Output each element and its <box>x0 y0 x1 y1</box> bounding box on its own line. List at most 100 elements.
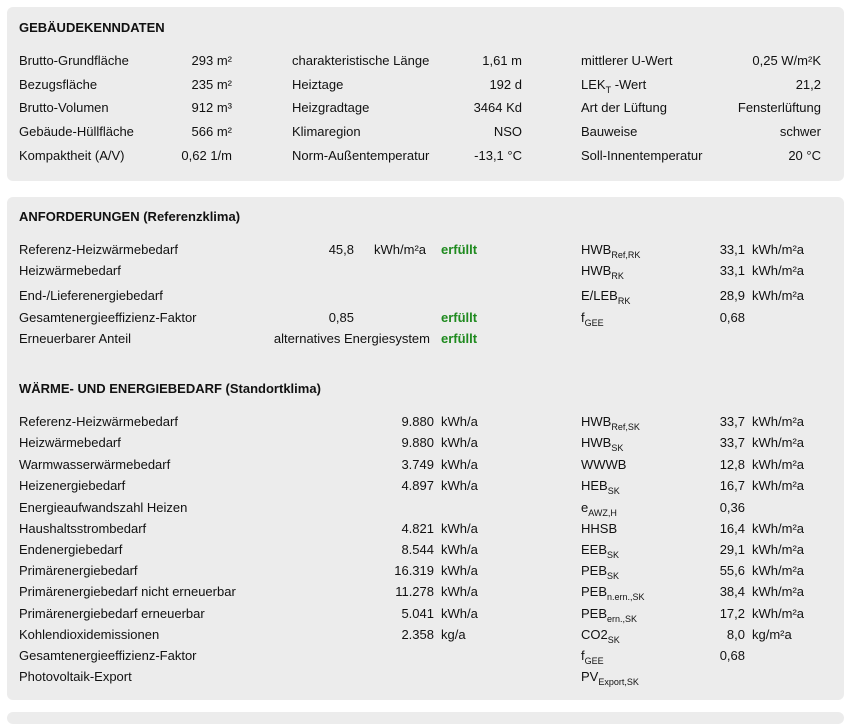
col1-value: 293 m² <box>191 53 232 68</box>
energy-key-unit: kWh/m²a <box>752 414 804 429</box>
req-value: 0,85 <box>328 310 354 325</box>
energy-symbol: HWBRef,SK <box>581 414 640 432</box>
energy-unit: kWh/a <box>441 414 478 429</box>
energy-key-value: 16,4 <box>719 521 745 536</box>
energy-value: 11.278 <box>395 584 434 599</box>
energy-label: Endenergiebedarf <box>19 542 123 557</box>
energy-key-value: 17,2 <box>719 606 745 621</box>
req-label: End-/Lieferenergiebedarf <box>19 288 163 303</box>
energy-unit: kg/a <box>441 627 466 642</box>
req-symbol: fGEE <box>581 310 604 328</box>
energy-value: 4.821 <box>401 521 434 536</box>
energy-value: 2.358 <box>401 627 434 642</box>
energy-key-value: 38,4 <box>719 584 745 599</box>
energy-label: Primärenergiebedarf <box>19 563 138 578</box>
energy-value: 9.880 <box>401 414 434 429</box>
col1-value: 912 m³ <box>191 100 232 115</box>
energy-key-value: 0,68 <box>719 648 745 663</box>
req-status: erfüllt <box>441 331 478 346</box>
energy-key-unit: kWh/m²a <box>752 457 804 472</box>
col3-value: schwer <box>779 124 821 139</box>
energy-key-unit: kWh/m²a <box>752 435 804 450</box>
energy-symbol: eAWZ,H <box>581 500 617 518</box>
col2-value: 1,61 m <box>482 53 522 68</box>
energy-value: 16.319 <box>394 563 434 578</box>
col3-label: Soll-Innentemperatur <box>581 148 703 163</box>
energy-unit: kWh/a <box>441 478 478 493</box>
energy-key-unit: kWh/m²a <box>752 606 804 621</box>
next-panel <box>7 712 844 724</box>
col2-value: 3464 Kd <box>473 100 522 115</box>
req-status: erfüllt <box>441 242 478 257</box>
building-title: GEBÄUDEKENNDATEN <box>19 20 165 35</box>
energy-key-unit: kWh/m²a <box>752 521 804 536</box>
col2-value: -13,1 °C <box>474 148 522 163</box>
col3-label: Bauweise <box>581 124 638 139</box>
energy-key-unit: kWh/m²a <box>752 542 804 557</box>
col3-value: 21,2 <box>795 77 821 92</box>
energy-symbol: WWWB <box>581 457 627 472</box>
energy-label: Heizenergiebedarf <box>19 478 126 493</box>
col2-value: 192 d <box>489 77 522 92</box>
req-key-value: 0,68 <box>719 310 745 325</box>
energy-value: 9.880 <box>401 435 434 450</box>
energy-symbol: PEBSK <box>581 563 620 581</box>
energy-label: Photovoltaik-Export <box>19 669 132 684</box>
req-key-unit: kWh/m²a <box>752 263 804 278</box>
req-symbol: HWBRK <box>581 263 624 281</box>
energy-unit: kWh/a <box>441 521 478 536</box>
req-label: Gesamtenergieeffizienz-Faktor <box>19 310 197 325</box>
energy-label: Referenz-Heizwärmebedarf <box>19 414 178 429</box>
req-label: Referenz-Heizwärmebedarf <box>19 242 178 257</box>
energy-value: 4.897 <box>401 478 434 493</box>
col1-value: 566 m² <box>191 124 232 139</box>
col1-value: 0,62 1/m <box>181 148 232 163</box>
col2-value: NSO <box>493 124 522 139</box>
energy-key-unit: kWh/m²a <box>752 584 804 599</box>
energy-symbol: fGEE <box>581 648 604 666</box>
col2-label: charakteristische Länge <box>292 53 430 68</box>
col3-label: LEKT -Wert <box>581 77 647 95</box>
col3-value: 20 °C <box>788 148 821 163</box>
energy-symbol: PEBn.ern.,SK <box>581 584 645 602</box>
req-key-unit: kWh/m²a <box>752 242 804 257</box>
col2-label: Norm-Außentemperatur <box>292 148 430 163</box>
energy-key-value: 33,7 <box>719 435 745 450</box>
energy-value: 5.041 <box>401 606 434 621</box>
energy-key-value: 12,8 <box>719 457 745 472</box>
energy-symbol: HEBSK <box>581 478 620 496</box>
col1-label: Gebäude-Hüllfläche <box>19 124 134 139</box>
energy-key-value: 8,0 <box>726 627 745 642</box>
req-symbol: HWBRef,RK <box>581 242 641 260</box>
req-status: erfüllt <box>441 310 478 325</box>
col1-label: Kompaktheit (A/V) <box>19 148 125 163</box>
energy-key-unit: kWh/m²a <box>752 563 804 578</box>
req-unit: kWh/m²a <box>374 242 426 257</box>
energy-key-value: 55,6 <box>719 563 745 578</box>
energy-label: Warmwasserwärmebedarf <box>19 457 171 472</box>
req-key-value: 28,9 <box>719 288 745 303</box>
col1-value: 235 m² <box>191 77 232 92</box>
req-label: Heizwärmebedarf <box>19 263 121 278</box>
req-value: alternatives Energiesystem <box>273 331 430 346</box>
energy-key-value: 33,7 <box>719 414 745 429</box>
energy-symbol: PEBern.,SK <box>581 606 638 624</box>
energy-value: 8.544 <box>401 542 434 557</box>
energy-key-value: 29,1 <box>719 542 745 557</box>
energy-unit: kWh/a <box>441 542 478 557</box>
energy-unit: kWh/a <box>441 457 478 472</box>
energy-symbol: HHSB <box>581 521 618 536</box>
energy-key-value: 0,36 <box>719 500 745 515</box>
col3-label: Art der Lüftung <box>581 100 667 115</box>
energy-unit: kWh/a <box>441 435 478 450</box>
energy-symbol: HWBSK <box>581 435 624 453</box>
energy-key-unit: kWh/m²a <box>752 478 804 493</box>
energy-label: Primärenergiebedarf erneuerbar <box>19 606 205 621</box>
col3-value: 0,25 W/m²K <box>752 53 821 68</box>
energy-label: Primärenergiebedarf nicht erneuerbar <box>19 584 236 599</box>
req-label: Erneuerbarer Anteil <box>19 331 132 346</box>
req-value: 45,8 <box>328 242 354 257</box>
energy-label: Energieaufwandszahl Heizen <box>19 500 188 515</box>
req-key-value: 33,1 <box>719 242 745 257</box>
requirements-title: ANFORDERUNGEN (Referenzklima) <box>19 209 241 224</box>
